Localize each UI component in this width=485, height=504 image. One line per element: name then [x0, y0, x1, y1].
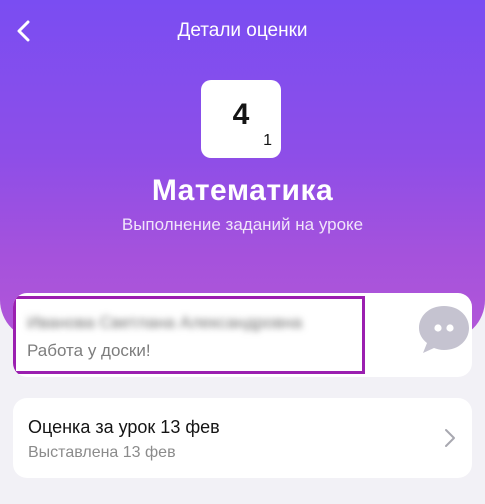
- top-bar: Детали оценки: [0, 0, 485, 64]
- lesson-title: Оценка за урок 13 фев: [28, 417, 220, 437]
- comment-highlight: [13, 296, 365, 374]
- chat-bubble-icon: [419, 306, 469, 353]
- comment-card: Иванова Светлана Александровна Работа у …: [13, 293, 472, 377]
- lesson-date: Выставлена 13 фев: [28, 444, 176, 461]
- grade-weight: 1: [263, 132, 272, 149]
- page-title: Детали оценки: [177, 20, 308, 41]
- work-type: Выполнение заданий на уроке: [121, 215, 364, 234]
- subject-title: Математика: [151, 174, 334, 207]
- lesson-card[interactable]: Оценка за урок 13 фев Выставлена 13 фев: [13, 398, 472, 478]
- grade-badge: 4 1: [201, 80, 281, 158]
- chevron-right-icon: [445, 429, 455, 447]
- grade-value: 4: [232, 98, 250, 131]
